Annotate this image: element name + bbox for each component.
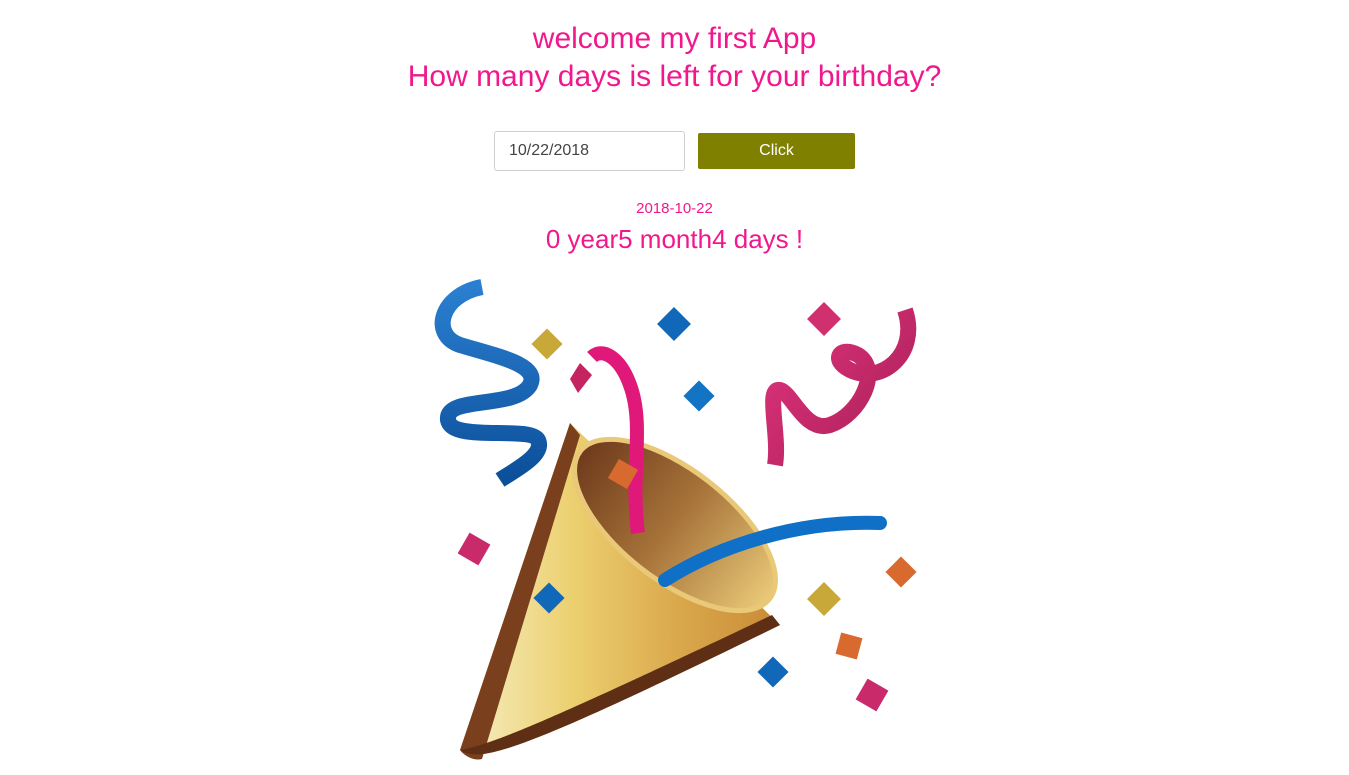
confetti-blue bbox=[683, 380, 715, 412]
result-date: 2018-10-22 bbox=[636, 200, 713, 217]
blue-streamer-left bbox=[434, 279, 547, 487]
confetti-gold bbox=[531, 328, 563, 360]
confetti-pink bbox=[807, 302, 841, 336]
confetti-pink bbox=[570, 363, 592, 393]
confetti-blue bbox=[757, 656, 789, 688]
page-subtitle: How many days is left for your birthday? bbox=[407, 60, 942, 93]
page: welcome my first App How many days is le… bbox=[0, 0, 1349, 775]
confetti-pink bbox=[457, 532, 491, 566]
confetti-pink bbox=[855, 678, 889, 712]
confetti-blue bbox=[657, 307, 691, 341]
confetti-orange bbox=[835, 632, 863, 660]
result-countdown: 0 year5 month4 days ! bbox=[545, 224, 804, 254]
birthday-form: Click bbox=[0, 131, 1349, 171]
confetti-gold bbox=[807, 582, 841, 616]
confetti-orange bbox=[885, 556, 917, 588]
birthday-date-input[interactable] bbox=[494, 131, 685, 171]
page-title: welcome my first App bbox=[532, 22, 817, 55]
party-popper-icon bbox=[434, 279, 917, 760]
pink-streamer-right bbox=[765, 307, 917, 467]
click-button[interactable]: Click bbox=[698, 133, 855, 169]
